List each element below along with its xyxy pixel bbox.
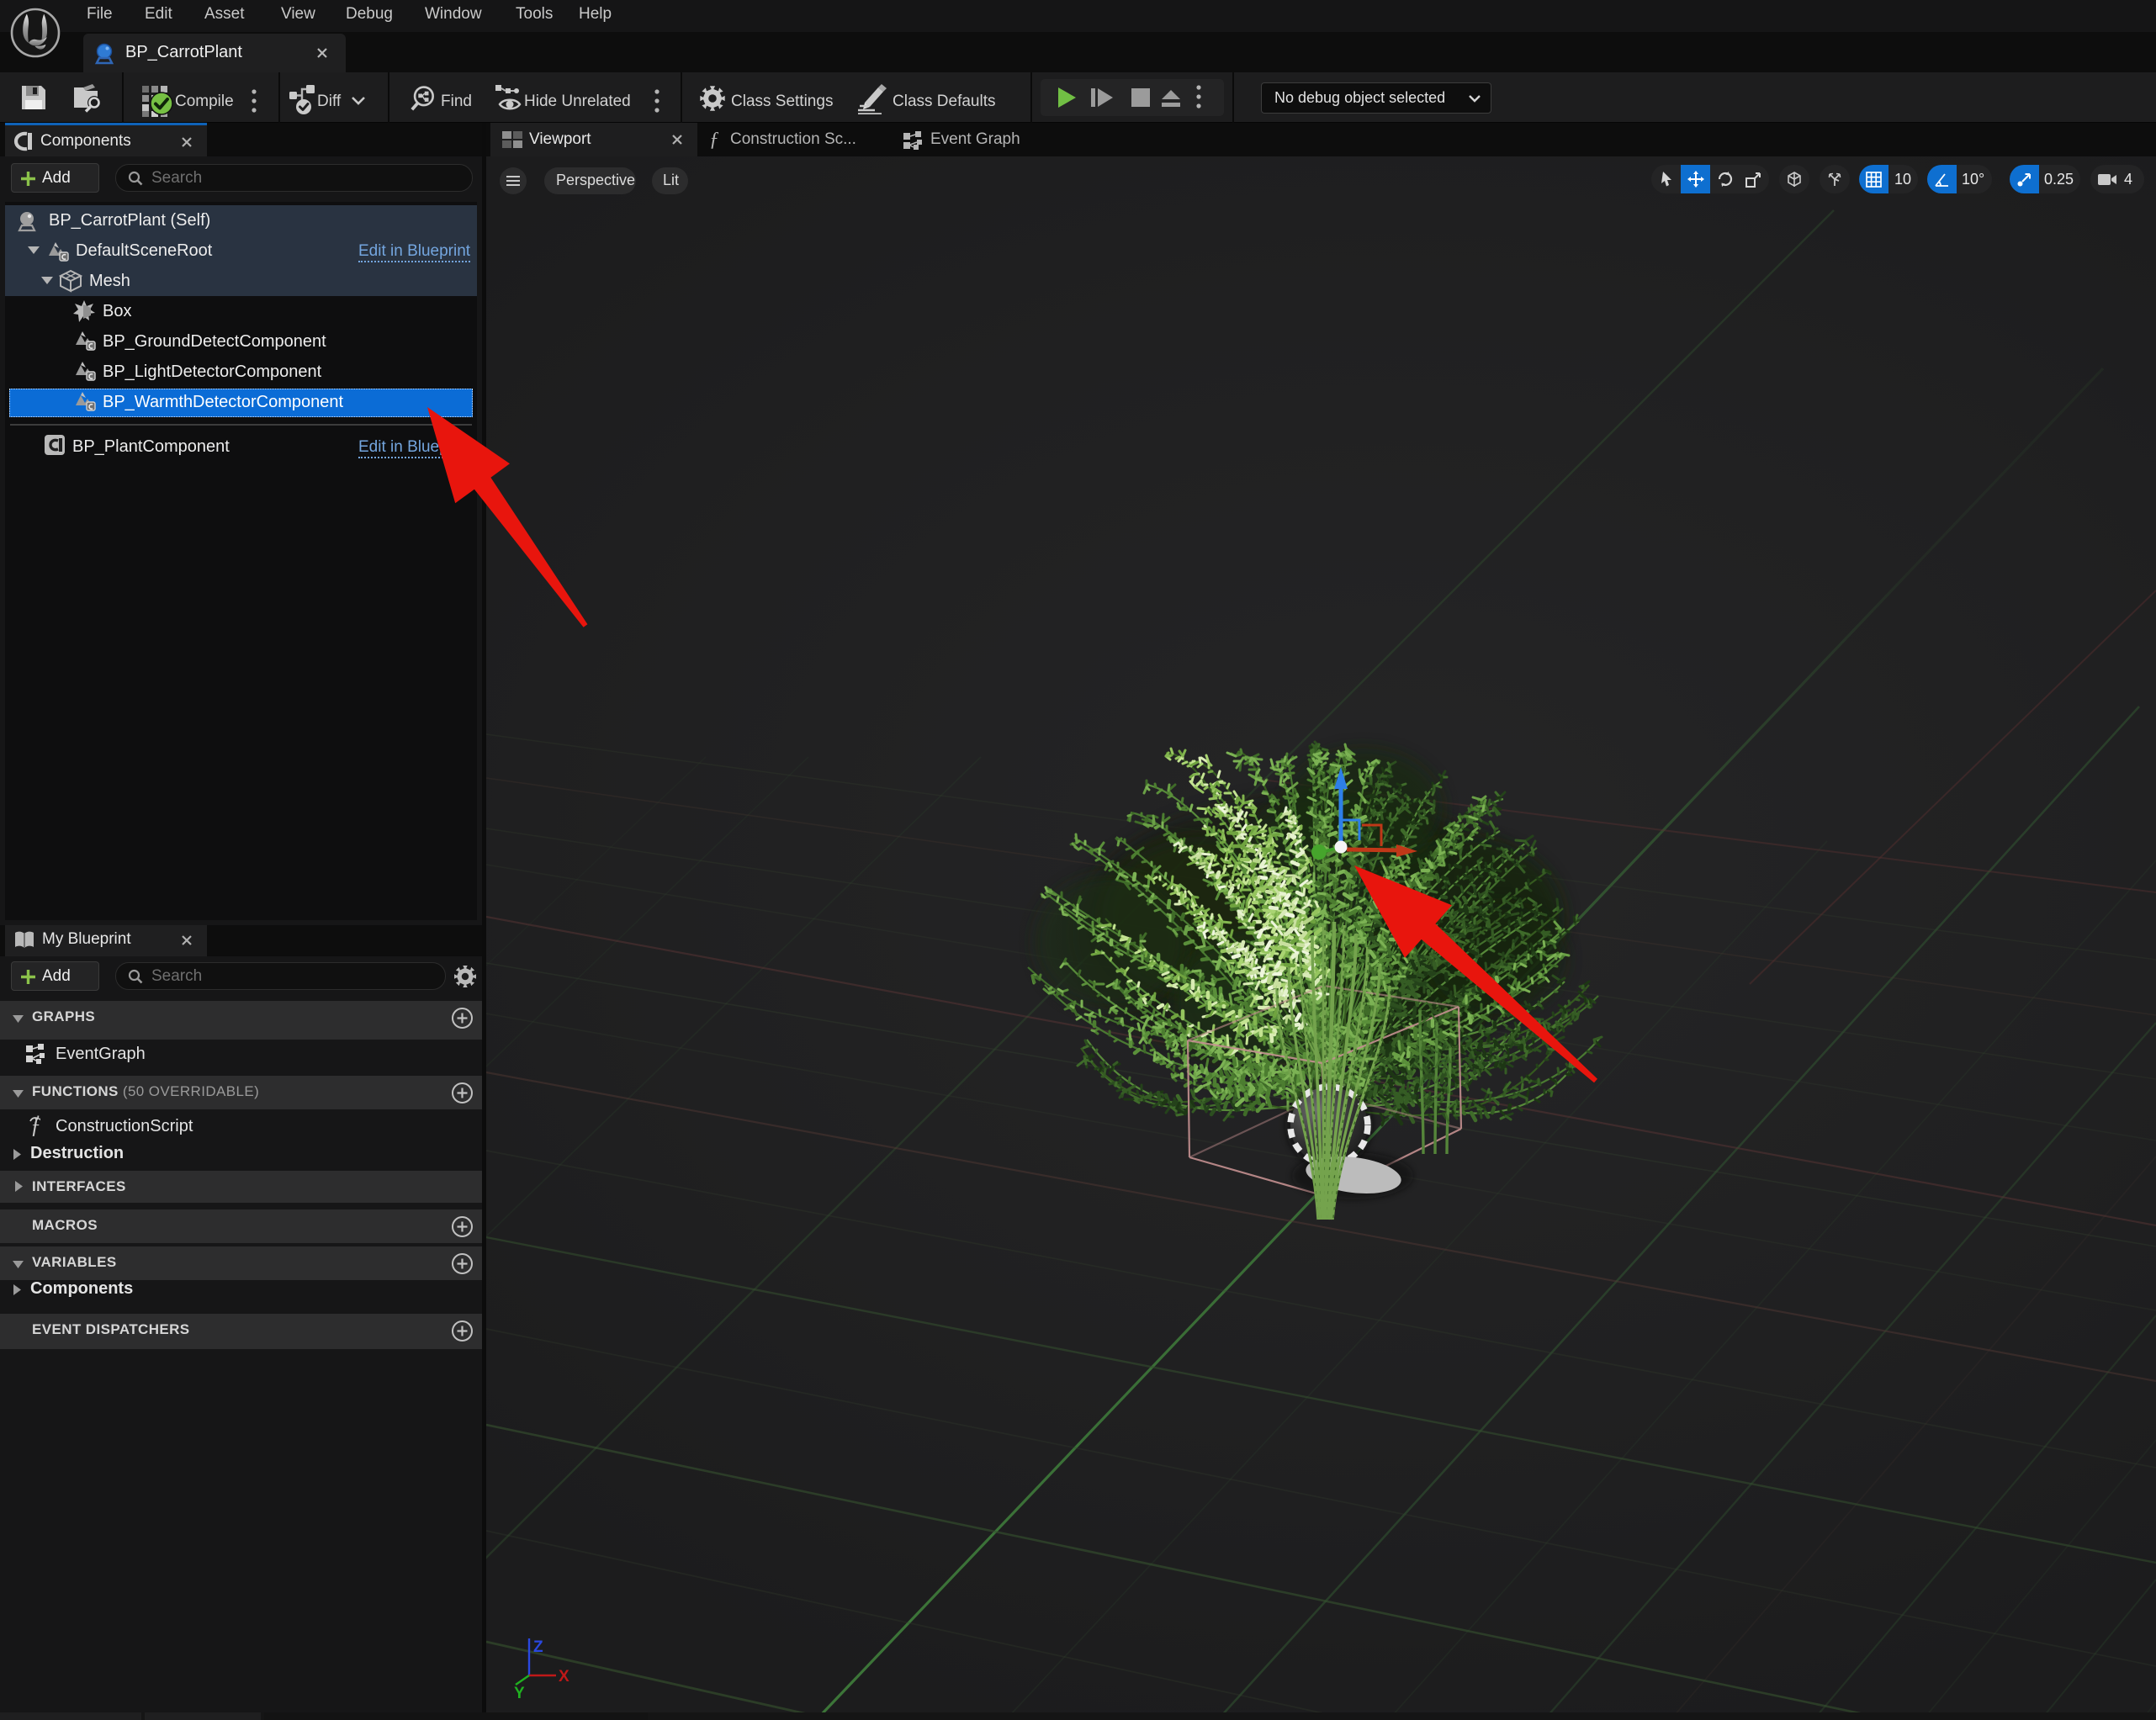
svg-text:Z: Z (533, 1638, 543, 1656)
svg-text:X: X (559, 1668, 569, 1686)
svg-text:Y: Y (514, 1685, 525, 1702)
